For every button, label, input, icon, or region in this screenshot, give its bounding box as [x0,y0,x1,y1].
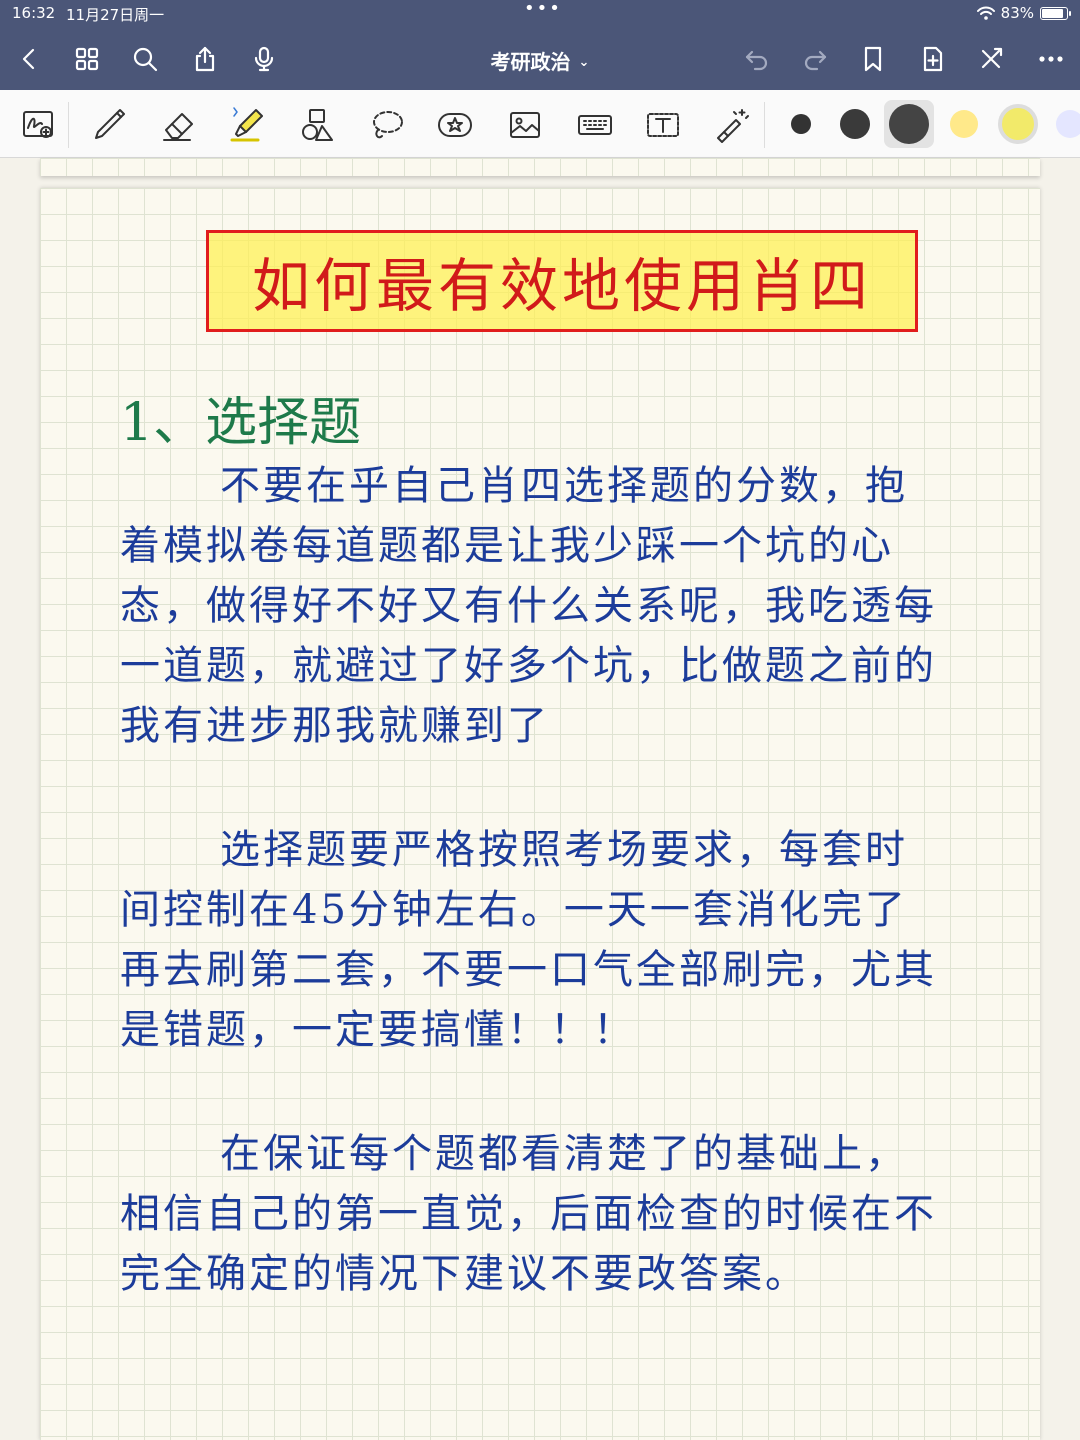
laser-pointer-icon [717,109,749,143]
undo-button[interactable] [738,40,776,78]
pen-size-small-swatch[interactable] [791,114,811,134]
shapes-tool[interactable] [296,104,338,146]
bookmark-icon [864,46,882,72]
handwriting-search-tool[interactable] [18,104,60,146]
yellow-color-swatch[interactable] [950,110,978,138]
grid-icon [75,47,99,71]
status-time: 16:32 [12,4,56,22]
paragraph-3: 在保证每个题都看清楚了的基础上，相信自己的第一直觉，后面检查的时候在不完全确定的… [120,1131,937,1297]
navigation-bar: 考研政治 ⌄ [0,28,1080,90]
search-icon [133,47,158,72]
eraser-tool[interactable] [158,104,200,146]
sticker-icon [438,113,472,137]
paragraph-2: 选择题要严格按照考场要求，每套时间控制在45分钟左右。一天一套消化完了再去刷第二… [120,827,937,1053]
note-title: 如何最有效地使用肖四 [251,252,872,320]
close-icon [981,47,1003,69]
back-icon [22,48,35,70]
add-page-icon [923,46,943,72]
redo-icon [804,50,827,71]
paragraph-1: 不要在乎自己肖四选择题的分数，抱着模拟卷每道题都是让我少踩一个坑的心态，做得好不… [120,463,937,749]
status-bar: 16:32 11月27日周一 ••• 83% [0,0,1080,28]
highlighter-tool[interactable] [226,104,268,146]
search-button[interactable] [126,40,164,78]
share-button[interactable] [186,40,224,78]
pen-size-medium-swatch[interactable] [840,109,870,139]
highlighted-title-box: 如何最有效地使用肖四 [206,230,918,332]
notebook-title-button[interactable]: 考研政治 ⌄ [440,46,640,75]
text-icon [647,113,679,137]
sticker-tool[interactable] [434,104,476,146]
microphone-button[interactable] [245,40,283,78]
laser-pointer-tool[interactable] [710,104,752,146]
battery-percent: 83% [1000,4,1034,22]
status-right: 83% [976,4,1071,22]
notebook-title: 考研政治 [490,50,571,74]
previous-page-edge [40,158,1040,176]
section-heading: 1、选择题 [120,393,362,453]
wifi-icon [976,6,995,20]
eraser-icon [163,113,193,141]
lavender-color-swatch[interactable] [1056,110,1080,138]
undo-icon [745,50,768,71]
add-page-button[interactable] [914,40,952,78]
note-page[interactable]: 如何最有效地使用肖四 1、选择题 不要在乎自己肖四选择题的分数，抱着模拟卷每道题… [40,188,1040,1440]
lasso-tool[interactable] [366,104,408,146]
highlighter-icon [230,107,263,142]
chevron-down-icon: ⌄ [578,55,590,70]
keyboard-tool[interactable] [574,104,616,146]
back-button[interactable] [10,40,48,78]
status-date: 11月27日周一 [66,6,165,24]
redo-button[interactable] [796,40,834,78]
page-grid-button[interactable] [68,40,106,78]
close-editing-button[interactable] [972,40,1010,78]
handwriting-search-icon [23,111,53,138]
share-icon [195,46,215,72]
more-button[interactable] [1032,40,1070,78]
battery-icon [1040,6,1071,20]
text-tool[interactable] [642,104,684,146]
more-icon [1039,56,1063,62]
microphone-icon [254,46,274,72]
multitasking-dots-icon[interactable]: ••• [524,0,562,19]
pen-tool[interactable] [88,104,130,146]
pen-icon [95,109,125,139]
image-icon [510,112,540,138]
shapes-icon [302,109,333,141]
lasso-icon [373,111,403,139]
bookmark-button[interactable] [854,40,892,78]
pen-size-large-swatch[interactable] [889,104,929,144]
keyboard-icon [578,115,612,135]
image-tool[interactable] [504,104,546,146]
yellow-selected-color-swatch[interactable] [998,104,1038,144]
